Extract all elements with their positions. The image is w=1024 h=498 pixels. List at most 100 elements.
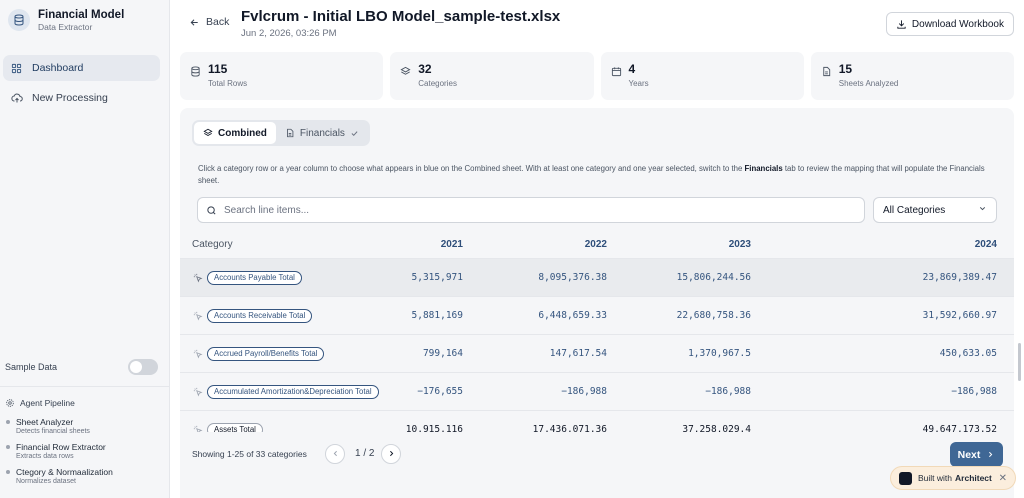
stat-value: 15	[838, 62, 853, 76]
table-row[interactable]: Accounts Payable Total 5,315,971 8,095,3…	[180, 258, 1014, 296]
value-cell: −176,655	[417, 386, 463, 397]
agent-pipeline: Agent Pipeline Sheet Analyzer Detects fi…	[5, 398, 165, 492]
category-filter-select[interactable]: All Categories	[873, 197, 997, 223]
pipeline-header: Agent Pipeline	[5, 398, 165, 408]
next-page-button[interactable]	[381, 444, 401, 464]
year-column-header-2024[interactable]: 2024	[762, 239, 1008, 250]
download-workbook-button[interactable]: Download Workbook	[885, 12, 1014, 36]
check-icon	[350, 129, 359, 138]
stat-card-years: 4 Years	[600, 52, 804, 100]
stat-card-categories: 32 Categories	[390, 52, 594, 100]
value-cell: 450,633.05	[939, 348, 997, 359]
sample-data-toggle[interactable]	[128, 359, 158, 375]
year-column-header-2021[interactable]: 2021	[330, 239, 474, 250]
pipeline-title: Agent Pipeline	[20, 398, 75, 408]
cursor-click-icon	[193, 349, 203, 359]
app-subtitle: Data Extractor	[38, 21, 93, 32]
file-icon	[821, 66, 832, 90]
stat-value: 115	[208, 62, 228, 76]
cursor-click-icon	[193, 273, 203, 283]
nav-item-dashboard[interactable]: Dashboard	[3, 55, 160, 81]
stat-card-total-rows: 115 Total Rows	[180, 52, 384, 100]
year-column-header-2023[interactable]: 2023	[618, 239, 762, 250]
category-table: Category 2021 2022 2023 2024 Accounts Pa…	[180, 230, 1014, 448]
step-name: Sheet Analyzer	[16, 417, 74, 427]
back-button[interactable]: Back	[189, 16, 229, 28]
cursor-click-icon	[193, 311, 203, 321]
tab-combined[interactable]: Combined	[194, 122, 276, 144]
prev-page-button[interactable]	[325, 444, 345, 464]
close-icon[interactable]: ✕	[999, 473, 1007, 484]
database-icon	[8, 9, 30, 31]
table-row[interactable]: Accounts Receivable Total 5,881,169 6,44…	[180, 296, 1014, 334]
stats-row: 115 Total Rows 32 Categories 4 Years 15 …	[180, 52, 1014, 100]
badge-prefix: Built with	[918, 473, 953, 483]
tab-label: Financials	[299, 127, 345, 139]
value-cell: 22,680,758.36	[676, 310, 751, 321]
search-input[interactable]	[224, 204, 824, 216]
value-cell: 799,164	[422, 348, 463, 359]
chevron-down-icon	[978, 204, 987, 216]
sample-data-row: Sample Data	[5, 359, 158, 375]
next-button[interactable]: Next	[950, 442, 1003, 467]
category-cell: Accrued Payroll/Benefits Total	[180, 346, 330, 361]
pagination-info: Showing 1-25 of 33 categories	[192, 449, 307, 459]
file-icon	[285, 128, 295, 138]
table-footer: Showing 1-25 of 33 categories 1 / 2 Next	[180, 432, 1014, 498]
pipeline-step: Financial Row Extractor Extracts data ro…	[5, 442, 165, 460]
architect-logo-icon	[899, 471, 912, 485]
help-text-part: Click a category row or a year column to…	[198, 164, 745, 173]
file-date: Jun 2, 2026, 03:26 PM	[241, 28, 337, 39]
download-label: Download Workbook	[911, 18, 1004, 30]
step-name: Financial Row Extractor	[16, 442, 106, 452]
step-name: Ctegory & Normaalization	[16, 467, 113, 477]
search-box	[197, 197, 865, 223]
cloud-upload-icon	[11, 92, 23, 104]
value-cell: 5,881,169	[411, 310, 463, 321]
calendar-icon	[611, 66, 622, 90]
chevron-right-icon	[387, 445, 396, 463]
tab-financials[interactable]: Financials	[276, 122, 368, 144]
stat-value: 32	[418, 62, 432, 76]
view-tabs: Combined Financials	[192, 120, 370, 146]
chevron-right-icon	[986, 450, 995, 459]
brand: Financial Model Data Extractor	[0, 0, 169, 40]
tab-label: Combined	[218, 127, 267, 139]
category-chip: Accrued Payroll/Benefits Total	[207, 346, 325, 361]
built-with-badge[interactable]: Built with Architect ✕	[890, 466, 1016, 490]
database-icon	[190, 66, 201, 90]
step-desc: Extracts data rows	[16, 453, 74, 460]
category-column-header: Category	[192, 238, 233, 250]
pipeline-step: Ctegory & Normaalization Normalizes data…	[5, 467, 165, 485]
nav-item-label: New Processing	[32, 92, 108, 104]
download-icon	[896, 19, 907, 30]
value-cell: 147,617.54	[549, 348, 607, 359]
help-text-bold: Financials	[744, 164, 783, 173]
stat-label: Total Rows	[208, 79, 248, 88]
next-label: Next	[957, 448, 981, 461]
app-title: Financial Model	[38, 8, 125, 21]
table-row[interactable]: Accrued Payroll/Benefits Total 799,164 1…	[180, 334, 1014, 372]
step-desc: Detects financial sheets	[16, 428, 90, 435]
nav-item-new-processing[interactable]: New Processing	[3, 85, 160, 111]
back-label: Back	[206, 16, 230, 28]
stat-value: 4	[628, 62, 636, 76]
year-column-header-2022[interactable]: 2022	[474, 239, 618, 250]
value-cell: 1,370,967.5	[688, 348, 751, 359]
category-chip: Accounts Receivable Total	[207, 308, 313, 323]
arrow-left-icon	[189, 17, 200, 28]
sidebar-divider	[0, 386, 169, 387]
value-cell: 8,095,376.38	[538, 272, 607, 283]
table-scrollbar[interactable]	[1018, 343, 1021, 381]
data-panel: Combined Financials Click a category row…	[180, 108, 1021, 498]
table-row[interactable]: Accumulated Amortization&Depreciation To…	[180, 372, 1014, 410]
sidebar: Financial Model Data Extractor Dashboard…	[0, 0, 170, 498]
settings-icon	[5, 398, 15, 408]
value-cell: −186,988	[705, 386, 751, 397]
category-cell: Accounts Receivable Total	[180, 308, 330, 323]
table-header: Category 2021 2022 2023 2024	[180, 230, 1014, 258]
nav-item-label: Dashboard	[32, 62, 84, 74]
value-cell: 15,806,244.56	[676, 272, 751, 283]
page-indicator: 1 / 2	[355, 448, 375, 459]
sample-data-label: Sample Data	[5, 362, 58, 372]
